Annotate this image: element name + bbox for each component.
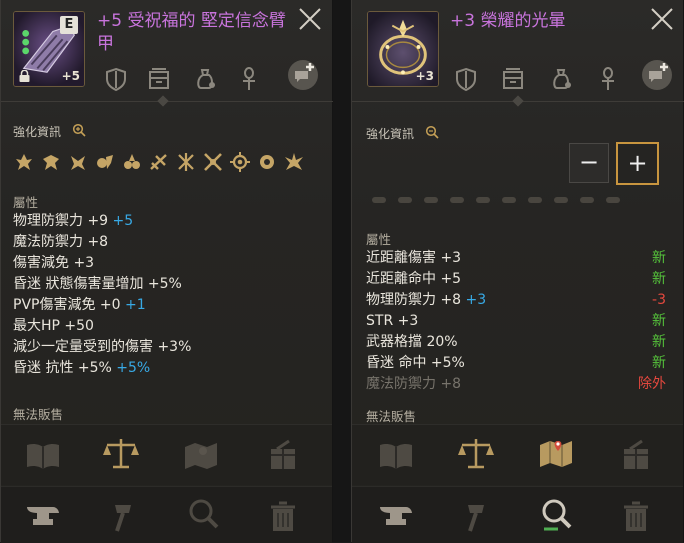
attributes-header: 屬性 <box>13 195 39 210</box>
book-icon[interactable] <box>376 435 416 475</box>
scale-icon[interactable] <box>101 433 141 473</box>
stat-row: 昏迷 命中 +5% 新 <box>366 353 666 374</box>
stat-row: 傷害減免 +3 <box>13 255 95 271</box>
rune-icon <box>150 154 167 170</box>
stat-row: 昏迷 抗性 +5% +5% <box>13 360 151 376</box>
collapse-minus-button[interactable]: − <box>569 143 609 183</box>
search-magnifier-icon[interactable] <box>536 495 576 535</box>
anvil-icon[interactable] <box>376 497 416 537</box>
bag-icon[interactable] <box>191 64 221 94</box>
ankh-icon[interactable] <box>593 64 623 94</box>
trash-icon[interactable] <box>616 497 656 537</box>
rune-icon <box>43 155 59 170</box>
new-tag: 新 <box>652 250 666 266</box>
rune-icon <box>124 154 140 169</box>
stat-row: 減少一定量受到的傷害 +3% <box>13 339 192 355</box>
attributes-header: 屬性 <box>366 232 392 247</box>
hammer-icon[interactable] <box>103 497 143 537</box>
chat-add-icon[interactable] <box>640 58 674 92</box>
unsellable-note: 無法販售 <box>366 409 417 424</box>
crate-icon[interactable] <box>263 435 303 475</box>
rune-icon <box>178 153 194 171</box>
storage-box-icon[interactable] <box>144 64 174 94</box>
action-tray-bottom <box>1 486 332 543</box>
rune-row-faded <box>372 197 652 211</box>
stat-list: 近距離傷害 +3 新 近距離命中 +5 新 物理防禦力 +8 +3 -3 STR +3… <box>366 248 666 395</box>
enhance-info-header: 強化資訊 <box>13 125 62 139</box>
rune-icon <box>285 153 303 170</box>
new-tag: 新 <box>652 313 666 329</box>
map-icon[interactable] <box>536 433 576 473</box>
stat-row: STR +3 新 <box>366 311 666 332</box>
book-icon[interactable] <box>23 435 63 475</box>
anvil-icon[interactable] <box>23 497 63 537</box>
stat-list: 物理防禦力 +9 +5 魔法防禦力 +8 傷害減免 +3 昏迷 狀態傷害量增加 … <box>13 211 318 379</box>
rune-icon <box>97 155 113 169</box>
item-name: +3 榮耀的光暈 <box>450 11 566 31</box>
diff-tag: -3 <box>652 292 666 308</box>
chat-add-icon[interactable] <box>286 58 320 92</box>
rune-icon <box>230 152 250 172</box>
hammer-icon[interactable] <box>456 497 496 537</box>
search-magnifier-icon[interactable] <box>183 495 223 535</box>
magnifier-icon[interactable] <box>72 123 86 137</box>
expand-plus-button[interactable]: + <box>616 142 659 185</box>
stat-row: 昏迷 狀態傷害量增加 +5% <box>13 276 182 292</box>
excluded-tag: 除外 <box>638 376 666 392</box>
rune-icon <box>71 156 85 170</box>
stat-row: 魔法防禦力 +8 除外 <box>366 374 666 395</box>
map-icon[interactable] <box>181 435 221 475</box>
stat-row: 物理防禦力 +8 +3 -3 <box>366 290 666 311</box>
shield-icon[interactable] <box>101 64 131 94</box>
close-icon[interactable] <box>297 6 323 32</box>
trash-icon[interactable] <box>263 497 303 537</box>
new-tag: 新 <box>652 355 666 371</box>
crate-icon[interactable] <box>616 435 656 475</box>
unsellable-note: 無法販售 <box>13 407 64 422</box>
rune-icon <box>16 154 32 170</box>
new-tag: 新 <box>652 334 666 350</box>
close-icon[interactable] <box>649 6 675 32</box>
stat-row: 近距離命中 +5 新 <box>366 269 666 290</box>
new-tag: 新 <box>652 271 666 287</box>
grade-badge: E <box>60 16 78 34</box>
ankh-icon[interactable] <box>234 64 264 94</box>
enhance-info-header: 強化資訊 <box>366 127 415 141</box>
storage-box-icon[interactable] <box>498 64 528 94</box>
action-tray-top <box>1 424 332 485</box>
stat-row: 武器格擋 20% 新 <box>366 332 666 353</box>
enhance-rune-row <box>13 151 305 173</box>
item-name: +5 受祝福的 堅定信念臂甲 <box>97 11 286 54</box>
stat-row: 魔法防禦力 +8 <box>13 234 109 250</box>
stat-row: PVP傷害減免 +0 +1 <box>13 297 146 313</box>
action-tray-bottom <box>352 486 683 543</box>
bag-icon[interactable] <box>547 64 577 94</box>
stat-row: 最大HP +50 <box>13 318 94 334</box>
rune-icon <box>260 155 274 169</box>
scale-icon[interactable] <box>456 433 496 473</box>
stat-row: 近距離傷害 +3 新 <box>366 248 666 269</box>
rune-icon <box>204 153 222 171</box>
stat-row: 物理防禦力 +9 +5 <box>13 213 134 229</box>
item-tooltip-left: E +5 +5 受祝福的 堅定信念臂甲 強化資訊 屬性 物理防禦力 +9 +5 … <box>0 0 334 543</box>
action-tray-top <box>352 424 683 485</box>
magnifier-icon[interactable] <box>425 125 439 139</box>
shield-icon[interactable] <box>451 64 481 94</box>
item-tooltip-right: +3 +3 榮耀的光暈 強化資訊 − + 屬性 近距離傷害 +3 新 近距離命中… <box>351 0 684 543</box>
